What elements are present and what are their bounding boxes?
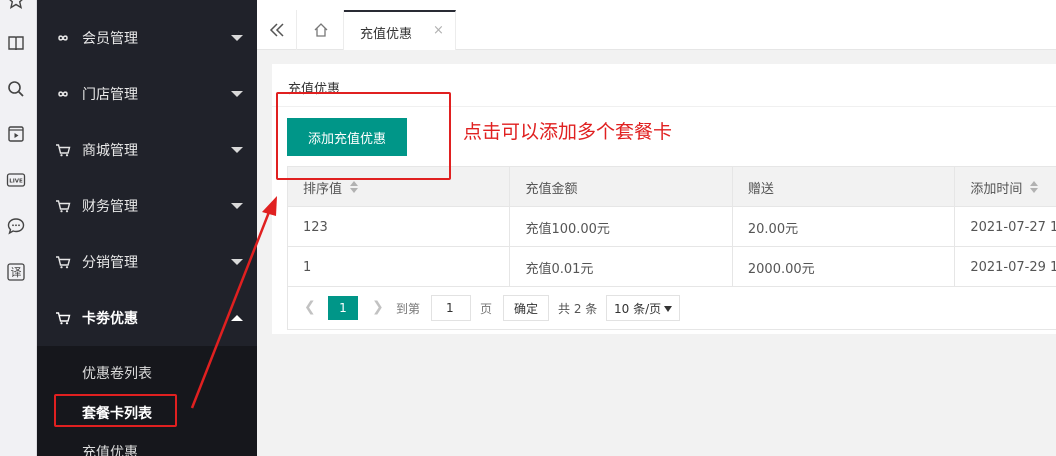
chat-icon[interactable] xyxy=(6,216,26,236)
browser-side-strip: LIVE 译 xyxy=(0,0,37,456)
page-unit-label: 页 xyxy=(480,302,493,316)
home-icon xyxy=(314,23,327,37)
header-label: 充值金额 xyxy=(525,181,578,197)
table-cell: 1 xyxy=(288,247,511,287)
tab-bar: 充值优惠 × xyxy=(257,0,1056,50)
app-window: LIVE 译 会员管理 门店管理 商城管理 财务管理 分销管理 卡劵优惠 优惠卷… xyxy=(0,0,1056,456)
header-label: 排序值 xyxy=(303,181,343,197)
close-icon[interactable]: × xyxy=(433,23,444,38)
sidebar-item-label: 门店管理 xyxy=(82,87,138,103)
data-table: 排序值 充值金额 赠送 添加时间 123 充值100.00元 20.00元 20… xyxy=(287,166,1056,330)
chevron-up-icon xyxy=(231,315,243,321)
table-cell: 充值100.00元 xyxy=(510,207,733,247)
table-cell: 2021-07-29 1 xyxy=(970,259,1056,275)
annotation-text: 点击可以添加多个套餐卡 xyxy=(463,121,673,143)
submenu-item-coupon-list[interactable]: 优惠卷列表 xyxy=(82,363,152,383)
annotation-box-add-button xyxy=(276,92,451,180)
double-chevron-left-icon xyxy=(269,23,284,37)
chevron-down-icon xyxy=(231,203,243,209)
infinity-icon xyxy=(55,87,71,101)
cart-icon xyxy=(55,199,71,213)
table-cell: 2000.00元 xyxy=(733,247,956,287)
live-icon[interactable]: LIVE xyxy=(6,170,26,190)
sidebar-item-label: 会员管理 xyxy=(82,31,138,47)
chevron-left-icon[interactable]: ❮ xyxy=(304,299,316,315)
submenu-item-recharge-discount[interactable]: 充值优惠 xyxy=(82,442,138,456)
header-label: 添加时间 xyxy=(970,181,1023,197)
goto-confirm-button[interactable]: 确定 xyxy=(503,295,549,321)
chevron-down-icon xyxy=(231,35,243,41)
book-icon[interactable] xyxy=(6,33,26,53)
sidebar: 会员管理 门店管理 商城管理 财务管理 分销管理 卡劵优惠 优惠卷列表 套餐卡列… xyxy=(37,0,257,456)
goto-page-input[interactable] xyxy=(431,295,471,321)
sort-icon[interactable] xyxy=(350,181,359,193)
sidebar-item-store[interactable]: 门店管理 xyxy=(37,66,257,122)
cart-icon xyxy=(55,143,71,157)
table-cell: 充值0.01元 xyxy=(510,247,733,287)
svg-text:LIVE: LIVE xyxy=(9,179,23,185)
table-row: 123 充值100.00元 20.00元 2021-07-27 1 xyxy=(288,207,1056,247)
column-header-amount: 充值金额 xyxy=(510,167,733,207)
column-header-gift: 赠送 xyxy=(733,167,956,207)
tab-label: 充值优惠 xyxy=(360,27,413,42)
chevron-down-icon xyxy=(231,91,243,97)
chevron-down-icon xyxy=(231,259,243,265)
sidebar-item-label: 卡劵优惠 xyxy=(82,311,138,327)
infinity-icon xyxy=(55,31,71,45)
cart-icon xyxy=(55,255,71,269)
home-tab-button[interactable] xyxy=(298,10,344,50)
chevron-down-icon xyxy=(231,147,243,153)
search-icon[interactable] xyxy=(6,79,26,99)
caret-down-icon xyxy=(664,306,672,312)
table-cell: 20.00元 xyxy=(733,207,956,247)
sidebar-item-label: 商城管理 xyxy=(82,143,138,159)
page-size-value: 10 条/页 xyxy=(614,301,662,316)
sidebar-item-distribution[interactable]: 分销管理 xyxy=(37,234,257,290)
svg-text:译: 译 xyxy=(11,266,22,279)
collapse-sidebar-button[interactable] xyxy=(257,10,297,50)
sidebar-item-label: 财务管理 xyxy=(82,199,138,215)
translate-icon[interactable]: 译 xyxy=(6,262,26,282)
sort-icon[interactable] xyxy=(1030,181,1039,193)
page-size-select[interactable]: 10 条/页 xyxy=(606,295,680,321)
sidebar-item-coupons[interactable]: 卡劵优惠 xyxy=(37,290,257,346)
sidebar-item-label: 分销管理 xyxy=(82,255,138,271)
header-label: 赠送 xyxy=(747,181,774,197)
column-header-added-time[interactable]: 添加时间 xyxy=(955,167,1056,207)
page-number-current[interactable]: 1 xyxy=(328,296,358,320)
sidebar-item-finance[interactable]: 财务管理 xyxy=(37,178,257,234)
total-count: 共 2 条 xyxy=(558,302,598,316)
chevron-right-icon[interactable]: ❯ xyxy=(372,299,384,315)
table-row: 1 充值0.01元 2000.00元 2021-07-29 1 xyxy=(288,247,1056,287)
video-icon[interactable] xyxy=(6,124,26,144)
table-cell: 123 xyxy=(288,207,511,247)
annotation-box-package-card-list xyxy=(54,394,177,427)
table-cell: 2021-07-27 1 xyxy=(970,219,1056,235)
sidebar-item-member[interactable]: 会员管理 xyxy=(37,10,257,66)
star-icon[interactable] xyxy=(6,0,26,10)
goto-label: 到第 xyxy=(396,302,421,316)
tab-recharge-discount[interactable]: 充值优惠 × xyxy=(344,10,456,50)
cart-icon xyxy=(55,311,71,325)
pagination: ❮ 1 ❯ 到第 页 确定 共 2 条 10 条/页 xyxy=(288,287,1056,329)
sidebar-item-mall[interactable]: 商城管理 xyxy=(37,122,257,178)
